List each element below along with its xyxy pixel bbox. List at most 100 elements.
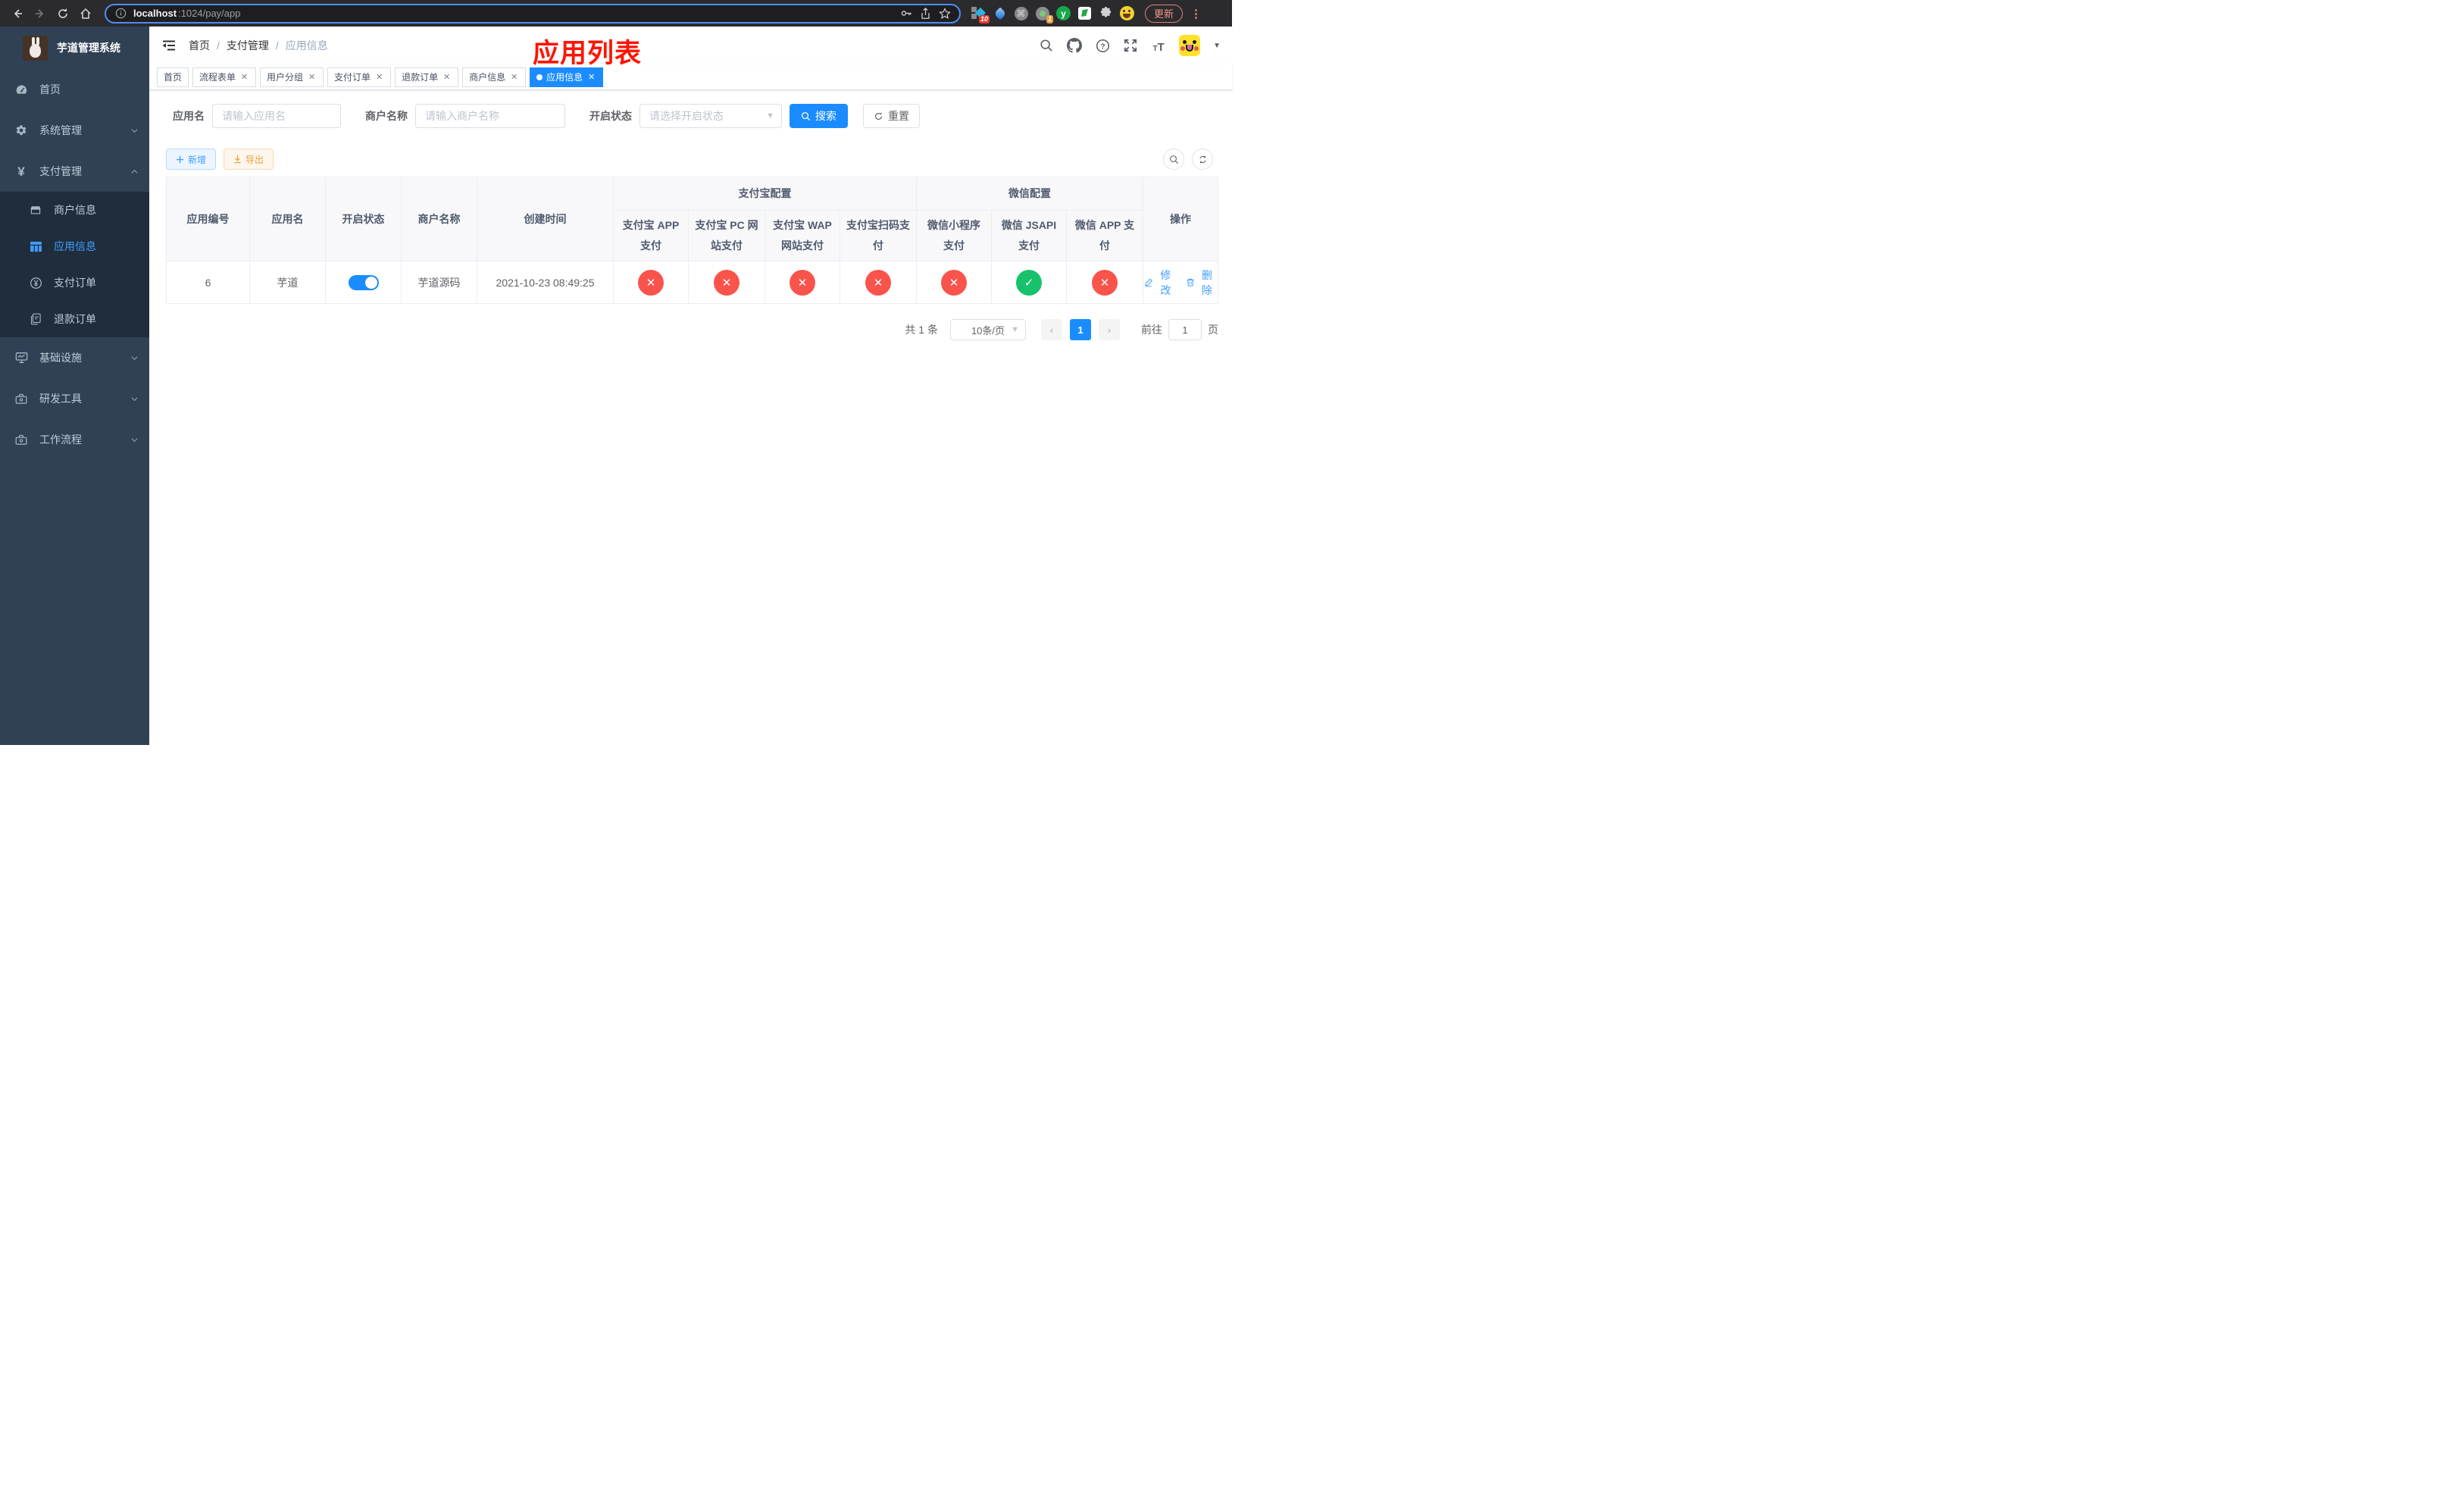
- page-size-value: 10条/页: [971, 324, 1005, 337]
- status-toggle[interactable]: [348, 274, 379, 290]
- yen-icon: ¥: [17, 164, 25, 179]
- tab-refund-orders[interactable]: 退款订单 ✕: [395, 67, 459, 87]
- breadcrumb-separator: /: [217, 39, 220, 52]
- sidebar-item-label: 工作流程: [39, 434, 82, 446]
- merchant-name-input[interactable]: [415, 104, 565, 128]
- status-select[interactable]: ▼: [639, 104, 782, 128]
- help-icon[interactable]: ?: [1095, 38, 1110, 53]
- tags-view-bar: 首页 流程表单 ✕ 用户分组 ✕ 支付订单 ✕ 退款订单 ✕ 商户信息 ✕ 应用信息 ✕: [149, 64, 1232, 90]
- site-info-icon[interactable]: [114, 7, 127, 20]
- fullscreen-icon[interactable]: [1123, 38, 1138, 53]
- prev-page-button[interactable]: ‹: [1041, 319, 1062, 340]
- extension-kite-icon[interactable]: [993, 6, 1007, 20]
- delete-link[interactable]: 删除: [1186, 268, 1218, 298]
- sidebar-item-workflow[interactable]: 工作流程: [0, 419, 149, 460]
- extensions-puzzle-icon[interactable]: [1099, 6, 1113, 20]
- share-icon[interactable]: [918, 7, 932, 20]
- cell-alipay-qr: ✕: [840, 261, 917, 304]
- tab-process-form[interactable]: 流程表单 ✕: [192, 67, 257, 87]
- cell-ops: 修改 删除: [1143, 261, 1219, 304]
- app-name-input[interactable]: [212, 104, 341, 128]
- pagination-total: 共 1 条: [905, 324, 938, 336]
- sidebar-item-infrastructure[interactable]: 基础设施: [0, 337, 149, 378]
- chevron-up-icon: [130, 167, 139, 176]
- col-header-alipay-app: 支付宝 APP 支付: [613, 210, 689, 261]
- sidebar-item-home[interactable]: 首页: [0, 69, 149, 110]
- next-page-button[interactable]: ›: [1099, 319, 1120, 340]
- breadcrumb-home[interactable]: 首页: [189, 38, 210, 53]
- extension-command-icon[interactable]: ⌘: [1014, 6, 1028, 20]
- extension-y-icon[interactable]: y: [1056, 6, 1071, 20]
- tab-label: 退款订单: [402, 72, 439, 83]
- app-table: 应用编号 应用名 开启状态 商户名称 创建时间 支付宝配置 微信配置 操作 支付…: [166, 177, 1219, 304]
- sidebar-item-payment[interactable]: ¥ 支付管理: [0, 151, 149, 192]
- edit-link[interactable]: 修改: [1144, 268, 1176, 298]
- extension-badge: 10: [978, 15, 990, 23]
- cell-app-id: 6: [166, 261, 250, 304]
- close-icon[interactable]: ✕: [509, 72, 519, 82]
- sidebar-item-pay-orders[interactable]: 支付订单: [0, 265, 149, 301]
- breadcrumb-payment[interactable]: 支付管理: [227, 38, 269, 53]
- current-page-button[interactable]: 1: [1070, 319, 1091, 340]
- rabbit-logo-image: [23, 35, 48, 61]
- col-header-created: 创建时间: [477, 177, 614, 261]
- status-cross-icon: ✕: [1092, 269, 1118, 296]
- grid-icon: [29, 241, 42, 252]
- breadcrumb-separator: /: [275, 39, 279, 52]
- browser-update-button[interactable]: 更新: [1145, 4, 1184, 23]
- search-button[interactable]: 搜索: [790, 104, 848, 128]
- tab-merchant-info[interactable]: 商户信息 ✕: [462, 67, 527, 87]
- close-icon[interactable]: ✕: [586, 72, 596, 82]
- sidebar-item-merchant-info[interactable]: 商户信息: [0, 192, 149, 228]
- tab-user-group[interactable]: 用户分组 ✕: [260, 67, 324, 87]
- close-icon[interactable]: ✕: [307, 72, 317, 82]
- col-header-app-name: 应用名: [249, 177, 326, 261]
- page-size-select[interactable]: 10条/页 ▼: [950, 319, 1026, 340]
- refresh-icon[interactable]: [1192, 149, 1213, 170]
- page-unit-label: 页: [1208, 324, 1218, 336]
- close-icon[interactable]: ✕: [442, 72, 452, 82]
- sidebar-item-system[interactable]: 系统管理: [0, 110, 149, 151]
- col-header-alipay-qr: 支付宝扫码支付: [840, 210, 917, 261]
- add-button[interactable]: 新增: [166, 149, 217, 170]
- tab-home[interactable]: 首页: [157, 67, 189, 87]
- bookmark-star-icon[interactable]: [938, 7, 952, 20]
- extension-badge: 1: [1046, 15, 1053, 23]
- address-bar[interactable]: localhost:1024/pay/app: [105, 3, 961, 23]
- user-avatar[interactable]: [1179, 35, 1201, 56]
- table-tools: [1163, 149, 1213, 170]
- extension-lens-icon[interactable]: 1: [1035, 6, 1053, 23]
- user-menu-caret-icon[interactable]: ▼: [1213, 42, 1221, 50]
- back-icon[interactable]: [8, 4, 27, 23]
- sidebar-logo[interactable]: 芋道管理系统: [0, 27, 149, 69]
- sidebar-collapse-icon[interactable]: [161, 37, 177, 54]
- sidebar-item-dev-tools[interactable]: 研发工具: [0, 378, 149, 419]
- cell-wechat-mini: ✕: [916, 261, 992, 304]
- goto-page-input[interactable]: [1168, 319, 1202, 340]
- forward-icon[interactable]: [30, 4, 50, 23]
- export-button[interactable]: 导出: [224, 149, 274, 170]
- extension-chat-icon[interactable]: [1077, 6, 1092, 20]
- reload-icon[interactable]: [53, 4, 73, 23]
- chevron-down-icon: [130, 127, 139, 135]
- url-host: localhost: [133, 8, 177, 19]
- search-icon[interactable]: [1039, 38, 1054, 53]
- show-search-icon[interactable]: [1163, 149, 1184, 170]
- font-size-icon[interactable]: TT: [1151, 38, 1166, 53]
- github-icon[interactable]: [1067, 38, 1083, 53]
- cell-created: 2021-10-23 08:49:25: [477, 261, 614, 304]
- profile-avatar-icon[interactable]: [1120, 6, 1134, 20]
- close-icon[interactable]: ✕: [239, 72, 249, 82]
- password-key-icon[interactable]: [899, 7, 912, 20]
- browser-menu-icon[interactable]: ⋮: [1190, 7, 1202, 20]
- sidebar-item-app-info[interactable]: 应用信息: [0, 228, 149, 265]
- status-cross-icon: ✕: [714, 269, 740, 296]
- sidebar-item-refund-orders[interactable]: 退款订单: [0, 301, 149, 337]
- extension-blocks-icon[interactable]: 10: [971, 6, 990, 23]
- home-icon[interactable]: [76, 4, 95, 23]
- status-select-input[interactable]: [639, 104, 782, 128]
- reset-button[interactable]: 重置: [863, 104, 920, 128]
- close-icon[interactable]: ✕: [374, 72, 384, 82]
- col-header-wechat-mini: 微信小程序支付: [916, 210, 992, 261]
- tab-pay-orders[interactable]: 支付订单 ✕: [327, 67, 392, 87]
